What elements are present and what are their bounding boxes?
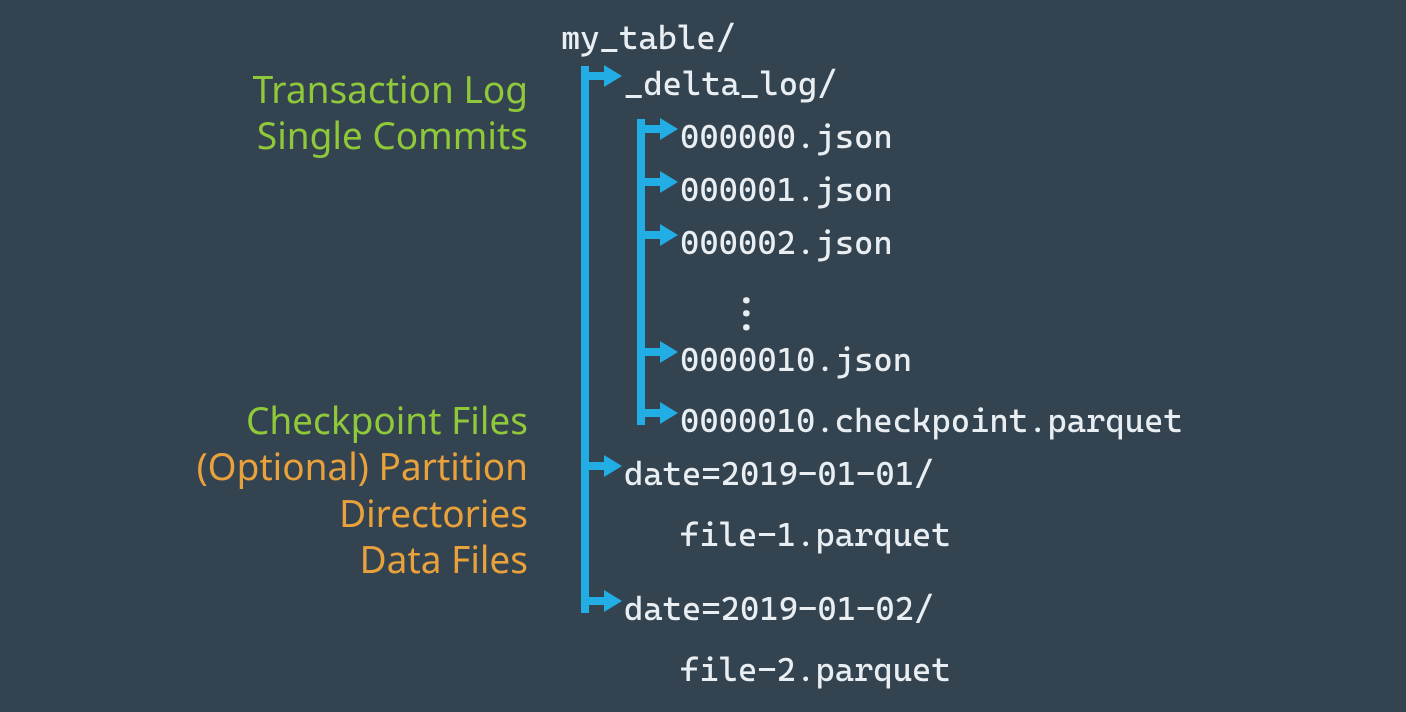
- fs-delta-log-dir: _delta_log/: [624, 64, 837, 103]
- label-transaction-log-line1: Transaction Log: [253, 66, 528, 112]
- label-single-commits: Single Commits: [253, 112, 528, 158]
- vertical-ellipsis: ...: [741, 283, 752, 323]
- fs-checkpoint: 0000010.checkpoint.parquet: [680, 401, 1183, 440]
- filesystem-tree: my_table/ _delta_log/ 000000.json 000001…: [561, 0, 1406, 712]
- fs-commit-10-text: 0000010.json: [680, 340, 912, 379]
- fs-partition-2-text: date=2019-01-02/: [624, 589, 933, 628]
- tree-line-level2: [637, 119, 645, 425]
- fs-commit-2: 000002.json: [680, 223, 893, 262]
- fs-commit-1-text: 000001.json: [680, 170, 893, 209]
- fs-commit-0: 000000.json: [680, 117, 893, 156]
- fs-partition-1-text: date=2019-01-01/: [624, 454, 933, 493]
- fs-commit-1: 000001.json: [680, 170, 893, 209]
- fs-commit-0-text: 000000.json: [680, 117, 893, 156]
- fs-checkpoint-text: 0000010.checkpoint.parquet: [680, 401, 1183, 440]
- label-group-bottom: Checkpoint Files (Optional) Partition Di…: [0, 397, 528, 582]
- tree-line-level1: [581, 66, 589, 613]
- fs-file-1: file-1.parquet: [680, 515, 951, 554]
- fs-file-2-text: file-2.parquet: [680, 650, 951, 689]
- fs-root-text: my_table/: [561, 18, 735, 57]
- fs-root: my_table/: [561, 18, 735, 57]
- fs-partition-2: date=2019-01-02/: [624, 589, 933, 628]
- fs-file-2: file-2.parquet: [680, 650, 951, 689]
- fs-file-1-text: file-1.parquet: [680, 515, 951, 554]
- label-partition-dirs: (Optional) Partition Directories: [0, 443, 528, 536]
- fs-commit-10: 0000010.json: [680, 340, 912, 379]
- label-checkpoint-files: Checkpoint Files: [0, 397, 528, 443]
- fs-delta-log-dir-text: _delta_log/: [624, 64, 837, 103]
- fs-commit-2-text: 000002.json: [680, 223, 893, 262]
- label-transaction-log: Transaction Log Single Commits: [253, 66, 528, 159]
- label-data-files: Data Files: [0, 536, 528, 582]
- fs-partition-1: date=2019-01-01/: [624, 454, 933, 493]
